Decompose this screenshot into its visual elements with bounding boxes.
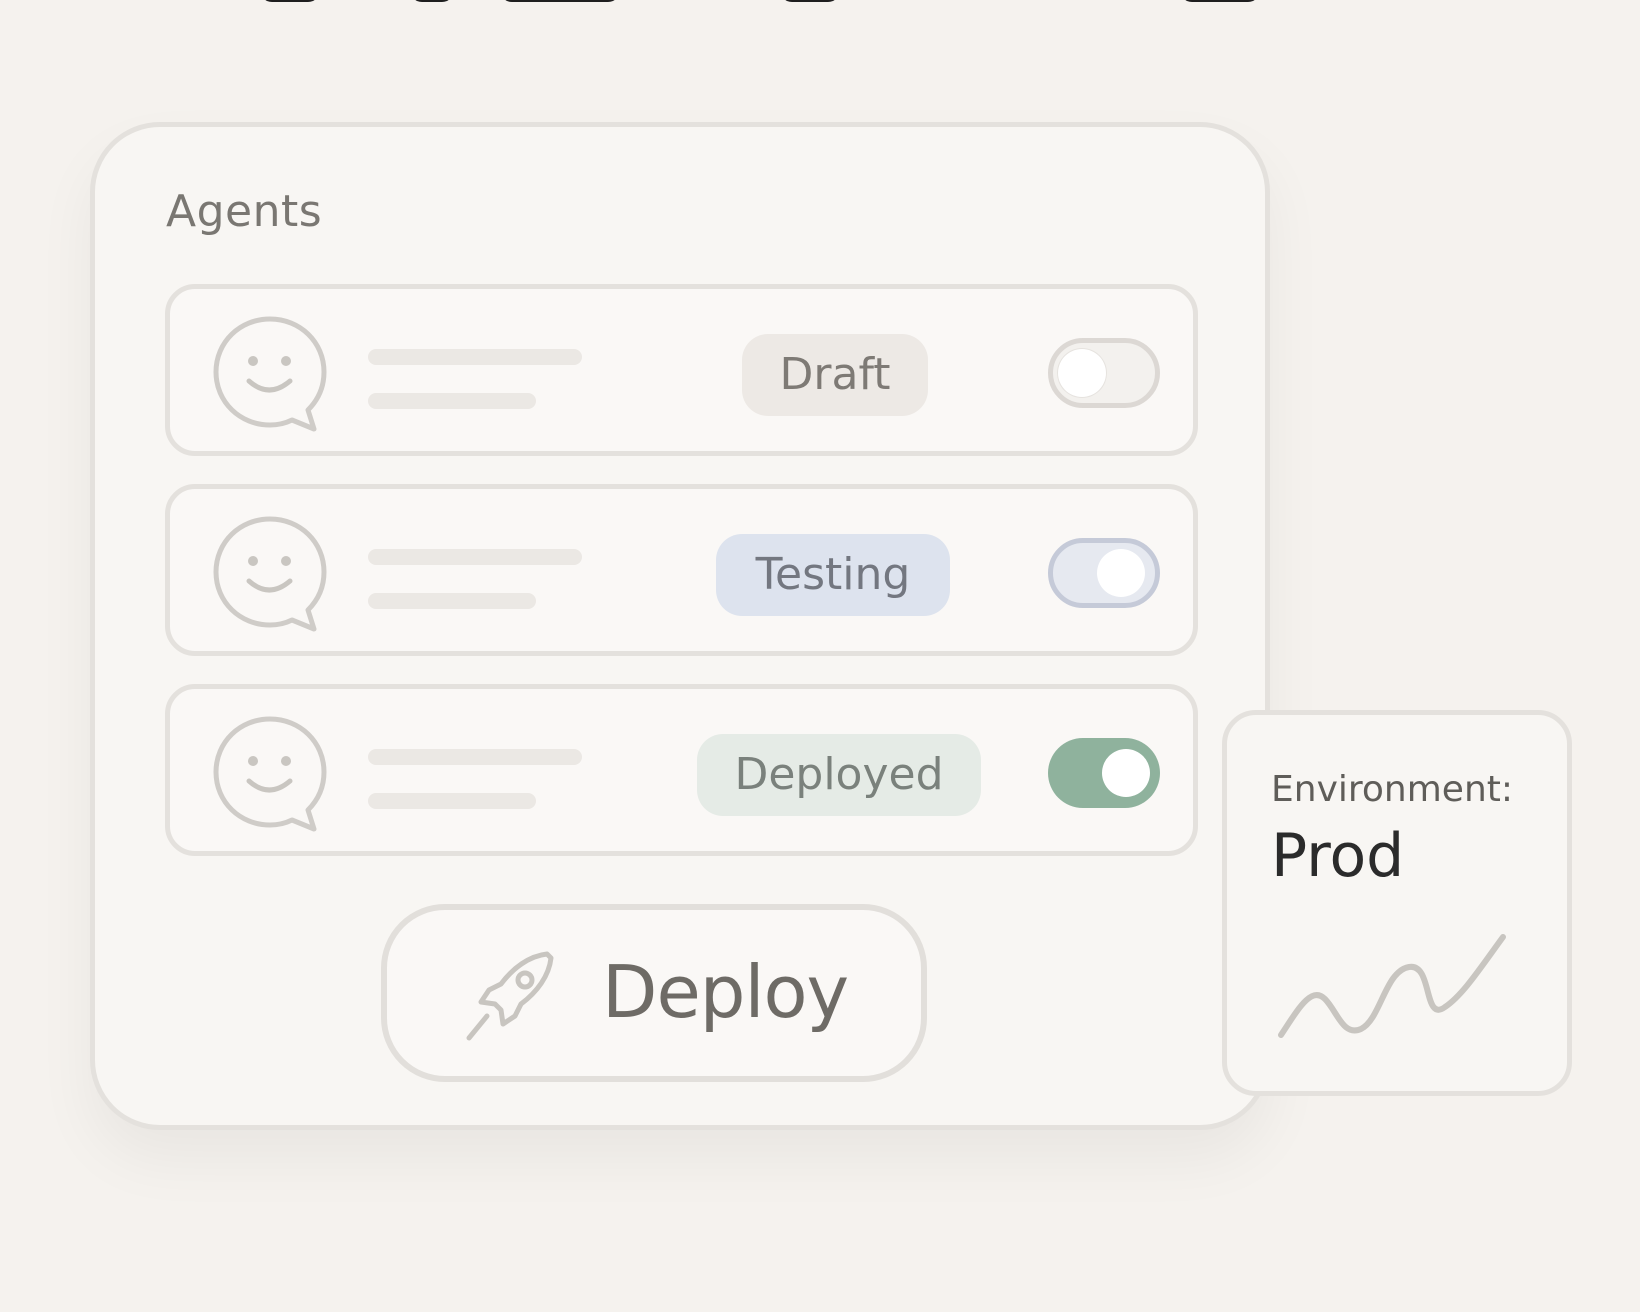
agent-name-placeholder — [368, 749, 582, 765]
rocket-icon — [466, 951, 554, 1041]
agent-desc-placeholder — [368, 393, 536, 409]
toggle-knob — [1102, 749, 1150, 797]
panel-title: Agents — [166, 186, 323, 237]
environment-label: Environment: — [1271, 769, 1513, 810]
agent-chat-smiley-icon — [213, 316, 327, 432]
agent-row-testing[interactable]: Testing — [165, 484, 1198, 656]
deploy-button[interactable]: Deploy — [381, 904, 927, 1082]
agent-row-deployed[interactable]: Deployed — [165, 684, 1198, 856]
environment-card: Environment: Prod — [1222, 710, 1572, 1096]
agent-chat-smiley-icon — [213, 716, 327, 832]
agent-toggle-draft[interactable] — [1048, 338, 1160, 408]
agent-toggle-deployed[interactable] — [1048, 738, 1160, 808]
toggle-knob — [1058, 349, 1106, 397]
agent-name-placeholder — [368, 549, 582, 565]
status-badge-testing: Testing — [716, 534, 950, 616]
sparkline-icon — [1278, 934, 1506, 1038]
environment-value: Prod — [1271, 821, 1405, 891]
agent-desc-placeholder — [368, 793, 536, 809]
agent-name-placeholder — [368, 349, 582, 365]
agent-desc-placeholder — [368, 593, 536, 609]
toggle-knob — [1097, 549, 1145, 597]
agent-chat-smiley-icon — [213, 516, 327, 632]
page-heading-cropped — [0, 0, 1640, 6]
status-badge-draft: Draft — [742, 334, 928, 416]
deploy-button-label: Deploy — [602, 950, 849, 1034]
agent-toggle-testing[interactable] — [1048, 538, 1160, 608]
agent-row-draft[interactable]: Draft — [165, 284, 1198, 456]
status-badge-deployed: Deployed — [697, 734, 981, 816]
